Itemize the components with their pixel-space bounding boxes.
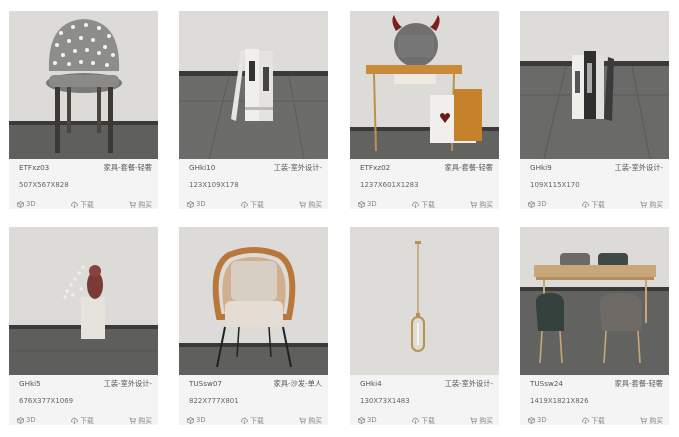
armchair-render-image	[179, 227, 328, 375]
product-card[interactable]: GHki10 工装-室外设计- 123X109X178 3D 下载 购买	[179, 11, 328, 209]
buy-button[interactable]: 购买	[129, 415, 152, 425]
view-3d-button[interactable]: 3D	[187, 415, 206, 425]
view-3d-button[interactable]: 3D	[358, 199, 377, 209]
product-thumbnail[interactable]	[520, 227, 669, 375]
cube-icon	[358, 200, 365, 208]
view-3d-button[interactable]: 3D	[187, 199, 206, 209]
product-card[interactable]: ETFxz02 家具-套餐-轻奢 1237X601X1283 3D 下载 购买	[350, 11, 499, 209]
cloud-download-icon	[71, 201, 79, 208]
cart-icon	[640, 201, 648, 208]
cloud-download-icon	[241, 417, 249, 424]
product-category: 工装-室外设计-	[103, 379, 152, 388]
vanity-render-image	[350, 11, 499, 159]
dining-set-render-image	[520, 227, 669, 375]
cube-icon	[187, 200, 194, 208]
cube-icon	[358, 416, 365, 424]
product-thumbnail[interactable]	[179, 11, 328, 159]
product-category: 家具-套餐-轻奢	[444, 163, 493, 172]
books-render-image	[520, 11, 669, 159]
product-dimensions: 1419X1821X826	[530, 397, 589, 405]
product-thumbnail[interactable]	[9, 227, 158, 375]
product-category: 工装-室外设计-	[614, 163, 663, 172]
cart-icon	[129, 417, 137, 424]
download-button[interactable]: 下载	[71, 199, 94, 209]
view-3d-button[interactable]: 3D	[17, 415, 36, 425]
product-thumbnail[interactable]	[179, 227, 328, 375]
product-dimensions: 1237X601X1283	[360, 181, 419, 189]
download-button[interactable]: 下载	[241, 415, 264, 425]
product-category: 工装-室外设计-	[273, 163, 322, 172]
cloud-download-icon	[412, 201, 420, 208]
product-card[interactable]: GHki4 工装-室外设计- 130X73X1483 3D 下载 购买	[350, 227, 499, 425]
product-code: ETFxz03	[19, 163, 50, 172]
product-category: 家具-套餐-轻奢	[103, 163, 152, 172]
cloud-download-icon	[582, 417, 590, 424]
product-card[interactable]: GHki5 工装-室外设计- 676X377X1069 3D 下载 购买	[9, 227, 158, 425]
product-code: GHki5	[19, 379, 41, 388]
cart-icon	[470, 417, 478, 424]
product-card[interactable]: GHki9 工装-室外设计- 109X115X170 3D 下载 购买	[520, 11, 669, 209]
download-button[interactable]: 下载	[412, 415, 435, 425]
cloud-download-icon	[412, 417, 420, 424]
books-render-image	[179, 11, 328, 159]
product-code: ETFxz02	[360, 163, 391, 172]
product-category: 家具-沙发-单人	[273, 379, 322, 388]
cube-icon	[528, 416, 535, 424]
view-3d-button[interactable]: 3D	[528, 415, 547, 425]
sculpture-render-image	[9, 227, 158, 375]
cart-icon	[299, 201, 307, 208]
buy-button[interactable]: 购买	[470, 199, 493, 209]
product-thumbnail[interactable]	[9, 11, 158, 159]
cloud-download-icon	[241, 201, 249, 208]
product-grid: ETFxz03 家具-套餐-轻奢 507X567X828 3D 下载 购买 GH…	[0, 0, 679, 437]
product-thumbnail[interactable]	[350, 227, 499, 375]
product-dimensions: 676X377X1069	[19, 397, 74, 405]
product-dimensions: 507X567X828	[19, 181, 69, 189]
pendant-lamp-render-image	[350, 227, 499, 375]
product-card[interactable]: ETFxz03 家具-套餐-轻奢 507X567X828 3D 下载 购买	[9, 11, 158, 209]
download-button[interactable]: 下载	[71, 415, 94, 425]
cloud-download-icon	[582, 201, 590, 208]
product-code: GHki9	[530, 163, 552, 172]
product-category: 家具-套餐-轻奢	[614, 379, 663, 388]
product-dimensions: 123X109X178	[189, 181, 239, 189]
product-card[interactable]: TUSsw07 家具-沙发-单人 822X777X801 3D 下载 购买	[179, 227, 328, 425]
buy-button[interactable]: 购买	[470, 415, 493, 425]
cart-icon	[640, 417, 648, 424]
buy-button[interactable]: 购买	[129, 199, 152, 209]
cube-icon	[187, 416, 194, 424]
buy-button[interactable]: 购买	[640, 415, 663, 425]
cart-icon	[299, 417, 307, 424]
view-3d-button[interactable]: 3D	[528, 199, 547, 209]
cube-icon	[528, 200, 535, 208]
download-button[interactable]: 下载	[582, 199, 605, 209]
buy-button[interactable]: 购买	[299, 415, 322, 425]
cart-icon	[470, 201, 478, 208]
download-button[interactable]: 下载	[582, 415, 605, 425]
buy-button[interactable]: 购买	[640, 199, 663, 209]
cart-icon	[129, 201, 137, 208]
cloud-download-icon	[71, 417, 79, 424]
product-code: TUSsw24	[530, 379, 563, 388]
product-dimensions: 822X777X801	[189, 397, 239, 405]
view-3d-button[interactable]: 3D	[17, 199, 36, 209]
product-code: GHki10	[189, 163, 216, 172]
download-button[interactable]: 下载	[241, 199, 264, 209]
product-card[interactable]: TUSsw24 家具-套餐-轻奢 1419X1821X826 3D 下载 购买	[520, 227, 669, 425]
product-thumbnail[interactable]	[350, 11, 499, 159]
product-code: GHki4	[360, 379, 382, 388]
buy-button[interactable]: 购买	[299, 199, 322, 209]
product-category: 工装-室外设计-	[444, 379, 493, 388]
product-dimensions: 109X115X170	[530, 181, 580, 189]
cube-icon	[17, 416, 24, 424]
view-3d-button[interactable]: 3D	[358, 415, 377, 425]
product-dimensions: 130X73X1483	[360, 397, 410, 405]
download-button[interactable]: 下载	[412, 199, 435, 209]
product-code: TUSsw07	[189, 379, 222, 388]
cube-icon	[17, 200, 24, 208]
chair-render-image	[9, 11, 158, 159]
product-thumbnail[interactable]	[520, 11, 669, 159]
